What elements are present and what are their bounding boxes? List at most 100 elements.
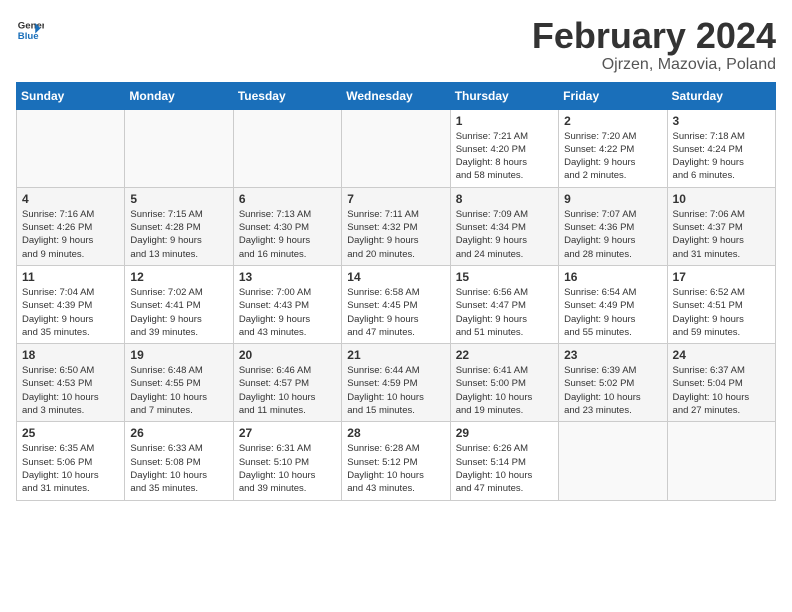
calendar-cell: 20Sunrise: 6:46 AM Sunset: 4:57 PM Dayli…: [233, 344, 341, 422]
calendar-cell: 4 Sunrise: 7:16 AM Sunset: 4:26 PM Daylig…: [17, 187, 125, 265]
day-info: Sunrise: 7:18 AM Sunset: 4:24 PM Dayligh…: [673, 130, 770, 183]
calendar-cell: 10 Sunrise: 7:06 AM Sunset: 4:37 PM Dayli…: [667, 187, 775, 265]
day-number: 2: [564, 114, 661, 128]
calendar-week-3: 11 Sunrise: 7:04 AM Sunset: 4:39 PM Dayli…: [17, 265, 776, 343]
column-header-friday: Friday: [559, 82, 667, 109]
calendar-cell: 11 Sunrise: 7:04 AM Sunset: 4:39 PM Dayli…: [17, 265, 125, 343]
calendar-cell: 27 Sunrise: 6:31 AM Sunset: 5:10 PM Dayli…: [233, 422, 341, 500]
calendar-cell: 2 Sunrise: 7:20 AM Sunset: 4:22 PM Daylig…: [559, 109, 667, 187]
calendar-cell: 7 Sunrise: 7:11 AM Sunset: 4:32 PM Daylig…: [342, 187, 450, 265]
day-number: 13: [239, 270, 336, 284]
logo: General Blue: [16, 16, 44, 44]
day-number: 15: [456, 270, 553, 284]
column-header-tuesday: Tuesday: [233, 82, 341, 109]
page-header: General Blue February 2024 Ojrzen, Mazov…: [16, 16, 776, 74]
svg-text:General: General: [18, 20, 44, 31]
calendar-cell: [233, 109, 341, 187]
day-number: 5: [130, 192, 227, 206]
day-info: Sunrise: 6:31 AM Sunset: 5:10 PM Dayligh…: [239, 442, 336, 495]
calendar-cell: 21 Sunrise: 6:44 AM Sunset: 4:59 PM Dayli…: [342, 344, 450, 422]
day-number: 25: [22, 426, 119, 440]
day-info: Sunrise: 6:39 AM Sunset: 5:02 PM Dayligh…: [564, 364, 661, 417]
day-info: Sunrise: 7:04 AM Sunset: 4:39 PM Dayligh…: [22, 286, 119, 339]
day-number: 7: [347, 192, 444, 206]
calendar-cell: [342, 109, 450, 187]
calendar-cell: 22 Sunrise: 6:41 AM Sunset: 5:00 PM Dayli…: [450, 344, 558, 422]
calendar-cell: 19 Sunrise: 6:48 AM Sunset: 4:55 PM Dayli…: [125, 344, 233, 422]
day-number: 24: [673, 348, 770, 362]
column-header-saturday: Saturday: [667, 82, 775, 109]
day-number: 12: [130, 270, 227, 284]
day-info: Sunrise: 6:44 AM Sunset: 4:59 PM Dayligh…: [347, 364, 444, 417]
day-info: Sunrise: 6:52 AM Sunset: 4:51 PM Dayligh…: [673, 286, 770, 339]
column-header-wednesday: Wednesday: [342, 82, 450, 109]
column-header-sunday: Sunday: [17, 82, 125, 109]
day-info: Sunrise: 6:56 AM Sunset: 4:47 PM Dayligh…: [456, 286, 553, 339]
calendar-cell: 15 Sunrise: 6:56 AM Sunset: 4:47 PM Dayli…: [450, 265, 558, 343]
day-info: Sunrise: 6:33 AM Sunset: 5:08 PM Dayligh…: [130, 442, 227, 495]
day-info: Sunrise: 6:35 AM Sunset: 5:06 PM Dayligh…: [22, 442, 119, 495]
calendar-week-1: 1 Sunrise: 7:21 AM Sunset: 4:20 PM Daylig…: [17, 109, 776, 187]
subtitle: Ojrzen, Mazovia, Poland: [532, 56, 776, 74]
day-info: Sunrise: 6:58 AM Sunset: 4:45 PM Dayligh…: [347, 286, 444, 339]
calendar-cell: 1 Sunrise: 7:21 AM Sunset: 4:20 PM Daylig…: [450, 109, 558, 187]
logo-icon: General Blue: [16, 16, 44, 44]
day-info: Sunrise: 7:00 AM Sunset: 4:43 PM Dayligh…: [239, 286, 336, 339]
day-number: 11: [22, 270, 119, 284]
day-number: 14: [347, 270, 444, 284]
day-number: 1: [456, 114, 553, 128]
day-info: Sunrise: 6:46 AM Sunset: 4:57 PM Dayligh…: [239, 364, 336, 417]
day-info: Sunrise: 7:11 AM Sunset: 4:32 PM Dayligh…: [347, 208, 444, 261]
day-info: Sunrise: 7:13 AM Sunset: 4:30 PM Dayligh…: [239, 208, 336, 261]
day-info: Sunrise: 7:15 AM Sunset: 4:28 PM Dayligh…: [130, 208, 227, 261]
day-info: Sunrise: 6:54 AM Sunset: 4:49 PM Dayligh…: [564, 286, 661, 339]
day-number: 10: [673, 192, 770, 206]
day-info: Sunrise: 7:16 AM Sunset: 4:26 PM Dayligh…: [22, 208, 119, 261]
calendar-cell: 14 Sunrise: 6:58 AM Sunset: 4:45 PM Dayli…: [342, 265, 450, 343]
day-number: 16: [564, 270, 661, 284]
day-info: Sunrise: 7:09 AM Sunset: 4:34 PM Dayligh…: [456, 208, 553, 261]
day-number: 23: [564, 348, 661, 362]
day-info: Sunrise: 6:37 AM Sunset: 5:04 PM Dayligh…: [673, 364, 770, 417]
calendar-cell: 9 Sunrise: 7:07 AM Sunset: 4:36 PM Daylig…: [559, 187, 667, 265]
day-info: Sunrise: 7:06 AM Sunset: 4:37 PM Dayligh…: [673, 208, 770, 261]
day-info: Sunrise: 6:28 AM Sunset: 5:12 PM Dayligh…: [347, 442, 444, 495]
day-number: 8: [456, 192, 553, 206]
calendar-cell: 16 Sunrise: 6:54 AM Sunset: 4:49 PM Dayli…: [559, 265, 667, 343]
title-block: February 2024 Ojrzen, Mazovia, Poland: [532, 16, 776, 74]
day-info: Sunrise: 7:07 AM Sunset: 4:36 PM Dayligh…: [564, 208, 661, 261]
calendar-cell: 29Sunrise: 6:26 AM Sunset: 5:14 PM Dayli…: [450, 422, 558, 500]
calendar-cell: 12 Sunrise: 7:02 AM Sunset: 4:41 PM Dayli…: [125, 265, 233, 343]
calendar-cell: [17, 109, 125, 187]
day-number: 26: [130, 426, 227, 440]
day-info: Sunrise: 7:21 AM Sunset: 4:20 PM Dayligh…: [456, 130, 553, 183]
calendar-cell: 25 Sunrise: 6:35 AM Sunset: 5:06 PM Dayli…: [17, 422, 125, 500]
day-info: Sunrise: 6:48 AM Sunset: 4:55 PM Dayligh…: [130, 364, 227, 417]
day-number: 9: [564, 192, 661, 206]
day-info: Sunrise: 7:20 AM Sunset: 4:22 PM Dayligh…: [564, 130, 661, 183]
calendar-cell: 28Sunrise: 6:28 AM Sunset: 5:12 PM Dayli…: [342, 422, 450, 500]
day-number: 21: [347, 348, 444, 362]
calendar-cell: 26 Sunrise: 6:33 AM Sunset: 5:08 PM Dayli…: [125, 422, 233, 500]
day-number: 18: [22, 348, 119, 362]
day-number: 22: [456, 348, 553, 362]
day-number: 17: [673, 270, 770, 284]
calendar-cell: 6 Sunrise: 7:13 AM Sunset: 4:30 PM Daylig…: [233, 187, 341, 265]
day-info: Sunrise: 6:41 AM Sunset: 5:00 PM Dayligh…: [456, 364, 553, 417]
day-number: 27: [239, 426, 336, 440]
day-number: 6: [239, 192, 336, 206]
calendar-cell: 5 Sunrise: 7:15 AM Sunset: 4:28 PM Daylig…: [125, 187, 233, 265]
calendar-cell: 18Sunrise: 6:50 AM Sunset: 4:53 PM Dayli…: [17, 344, 125, 422]
calendar-week-2: 4 Sunrise: 7:16 AM Sunset: 4:26 PM Daylig…: [17, 187, 776, 265]
day-number: 29: [456, 426, 553, 440]
calendar-cell: 24 Sunrise: 6:37 AM Sunset: 5:04 PM Dayli…: [667, 344, 775, 422]
calendar-cell: [667, 422, 775, 500]
day-info: Sunrise: 7:02 AM Sunset: 4:41 PM Dayligh…: [130, 286, 227, 339]
calendar-cell: 3 Sunrise: 7:18 AM Sunset: 4:24 PM Daylig…: [667, 109, 775, 187]
column-header-thursday: Thursday: [450, 82, 558, 109]
column-header-monday: Monday: [125, 82, 233, 109]
main-title: February 2024: [532, 16, 776, 56]
day-number: 19: [130, 348, 227, 362]
day-number: 3: [673, 114, 770, 128]
day-number: 4: [22, 192, 119, 206]
